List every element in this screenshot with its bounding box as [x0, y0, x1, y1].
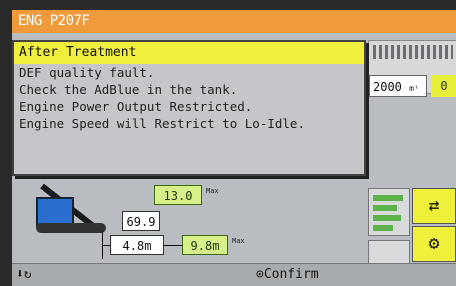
top-status-bar: ENG P207F [12, 10, 456, 33]
reach-value-box: 4.8m [110, 235, 164, 255]
track-icon [36, 223, 106, 233]
dialog-line: Check the AdBlue in the tank. [19, 82, 238, 97]
dialog-line: Engine Power Output Restricted. [19, 99, 253, 114]
navigation-icons[interactable]: ⬇↻ [16, 267, 32, 282]
height-max-label: Max [206, 187, 219, 195]
gear-icon: ⚙ [412, 226, 456, 262]
status-badge: 0 [431, 75, 456, 97]
indicator-panel: ⇄ ⚙ [368, 188, 456, 268]
display-screen: ENG P207F 2000 mᵗ 0 After Treatment DEF … [12, 10, 456, 286]
level-bars-icon [368, 188, 410, 236]
dialog-line: DEF quality fault. [19, 65, 155, 80]
status-panel: 2000 mᵗ 0 [368, 40, 456, 97]
confirm-button[interactable]: ⊙Confirm [256, 267, 319, 282]
reach-max-box: 9.8m [182, 235, 228, 255]
reach-line [164, 245, 182, 246]
reach-max-label: Max [232, 237, 245, 245]
dialog-line: Engine Speed will Restrict to Lo-Idle. [19, 116, 305, 131]
reach-line [102, 245, 110, 246]
fault-message-dialog: After Treatment DEF quality fault. Check… [12, 40, 366, 176]
dialog-title: After Treatment [14, 42, 364, 64]
bottom-bar: ⬇↻ ⊙Confirm [12, 263, 456, 286]
depth-value-box: 69.9 [122, 211, 160, 231]
gauge-scale-icon [373, 45, 453, 59]
fault-code-title: ENG P207F [18, 13, 90, 29]
height-value-box: 13.0 [154, 185, 202, 205]
hour-meter-unit: mᵗ [409, 84, 419, 93]
hour-meter: 2000 mᵗ [369, 75, 427, 97]
hydraulic-mode-icon: ⇄ [412, 188, 456, 224]
hour-meter-value: 2000 [373, 80, 402, 94]
machine-diagram: 13.0 Max 69.9 4.8m 9.8m Max [12, 175, 362, 263]
